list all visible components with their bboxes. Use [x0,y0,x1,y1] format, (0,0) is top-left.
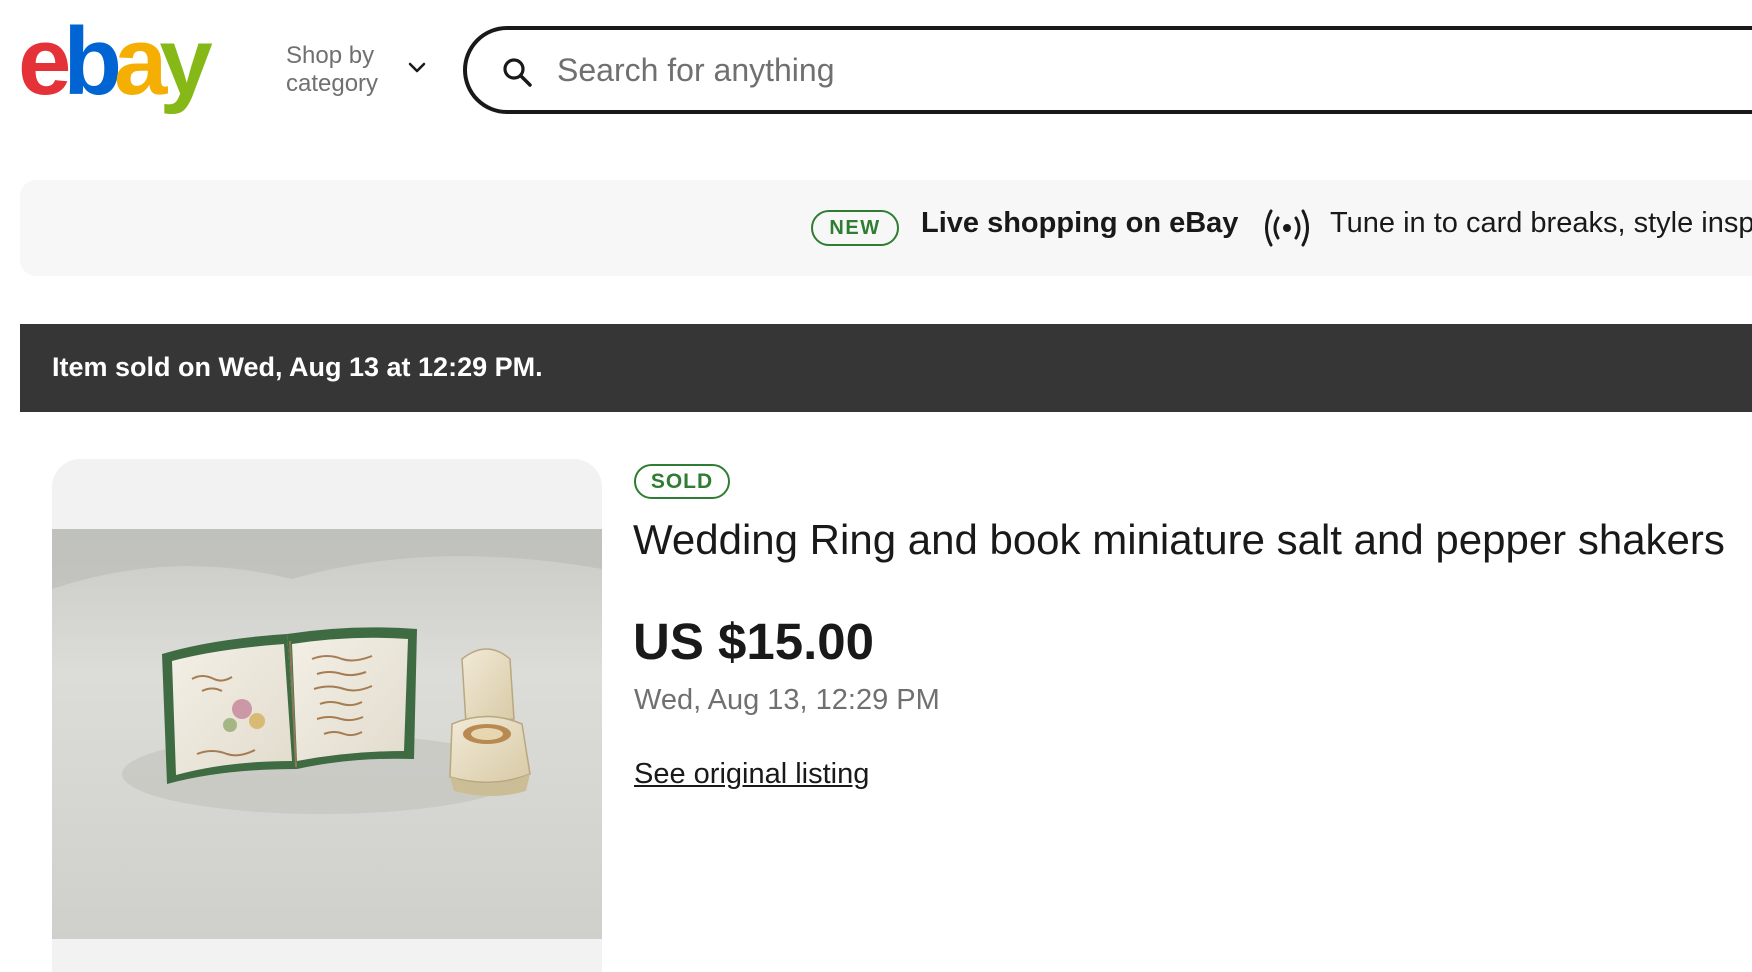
item-sold-notice: Item sold on Wed, Aug 13 at 12:29 PM. [20,324,1752,412]
shop-by-category-button[interactable]: Shop by category [286,40,426,100]
promo-description: Tune in to card breaks, style inspo [1330,207,1752,239]
sold-date: Wed, Aug 13, 12:29 PM [634,684,940,716]
item-image-card[interactable] [52,459,602,972]
page: ebay Shop by category NEW Live shopping … [0,0,1752,972]
new-badge: NEW [811,210,899,246]
logo-letter-e: e [18,14,69,114]
logo-letter-y: y [159,14,212,114]
see-original-listing-link[interactable]: See original listing [634,758,869,791]
item-title: Wedding Ring and book miniature salt and… [633,516,1725,563]
chevron-down-icon [408,61,426,79]
item-photo[interactable] [52,529,602,939]
sold-status-badge: SOLD [634,464,730,499]
item-price: US $15.00 [633,613,875,670]
shop-by-category-label: Shop by category [286,42,379,97]
search-input[interactable] [557,50,1457,90]
search-bar[interactable] [463,26,1752,114]
live-shopping-banner[interactable]: NEW Live shopping on eBay Tune in to car… [20,180,1752,276]
item-sold-message: Item sold on Wed, Aug 13 at 12:29 PM. [52,352,543,382]
ebay-logo[interactable]: ebay [18,14,254,114]
promo-title: Live shopping on eBay [921,207,1239,239]
logo-letter-b: b [63,14,118,114]
live-broadcast-icon [1264,206,1310,255]
search-icon [501,56,533,93]
svg-text:ebay: ebay [18,14,212,114]
